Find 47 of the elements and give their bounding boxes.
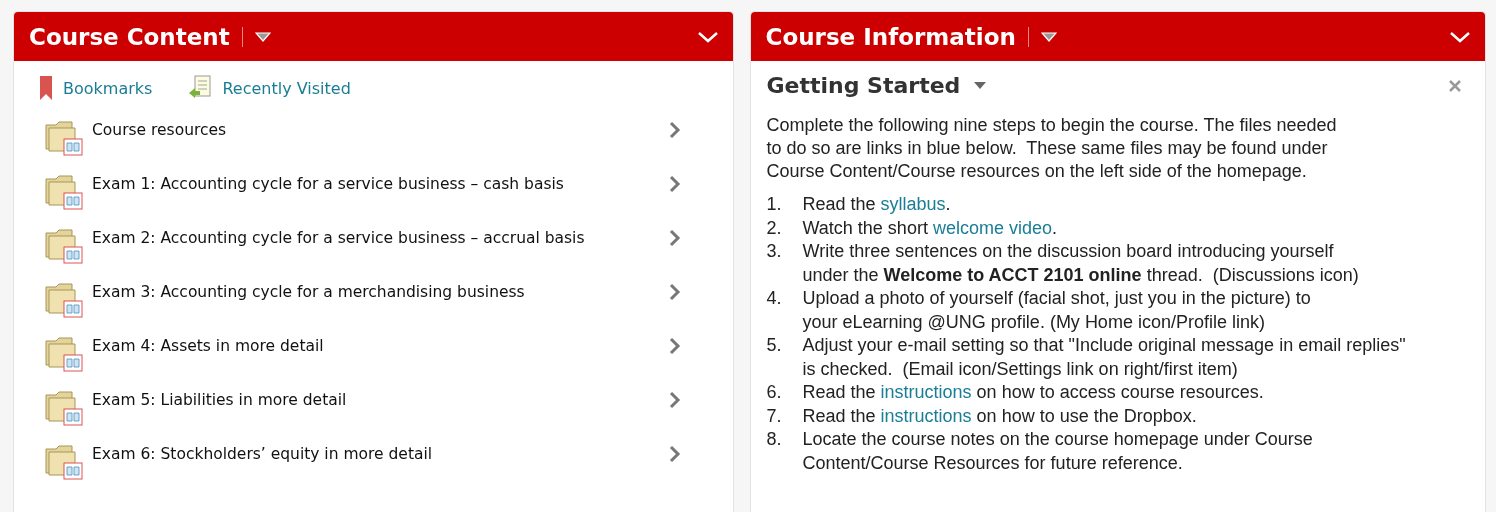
step-text: Locate the course notes on the course homepage under Course Content/Course Resources for future reference. [802, 428, 1313, 475]
chevron-right-icon[interactable] [668, 121, 681, 139]
content-module-link[interactable]: Exam 6: Stockholders’ equity in more detail [92, 445, 433, 463]
dropdown-icon[interactable] [1040, 30, 1057, 43]
content-module-link[interactable]: Exam 2: Accounting cycle for a service business – accrual basis [92, 229, 585, 247]
content-module-link[interactable]: Exam 4: Assets in more detail [92, 337, 324, 355]
step-link[interactable]: welcome video [932, 217, 1052, 238]
step-text: Read the instructions on how to use the Dropbox. [802, 404, 1197, 428]
chevron-right-icon[interactable] [668, 283, 681, 301]
step-number: 5. [766, 334, 783, 357]
content-module-link[interactable]: Course resources [92, 121, 227, 139]
bookmark-icon [39, 75, 53, 101]
step-link[interactable]: syllabus [880, 194, 946, 214]
chevron-right-icon[interactable] [668, 445, 681, 463]
step-number: 8. [766, 428, 783, 451]
content-module-link[interactable]: Exam 1: Accounting cycle for a service business – cash basis [92, 175, 564, 193]
chevron-right-icon[interactable] [668, 391, 681, 409]
news-heading: Getting Started [766, 73, 961, 98]
step-text: Adjust your e-mail setting so that "Include original message in email replies" is checked. (Email icon/Settings link on right/first item) [802, 334, 1406, 381]
close-icon[interactable] [1449, 79, 1461, 92]
step-number: 6. [766, 381, 783, 404]
chevron-right-icon[interactable] [668, 175, 681, 193]
step-number: 4. [766, 287, 783, 310]
content-module-link[interactable]: Exam 3: Accounting cycle for a merchandising business [92, 283, 525, 301]
collapse-icon[interactable] [696, 29, 719, 44]
chevron-right-icon[interactable] [668, 337, 681, 355]
dropdown-icon[interactable] [254, 30, 271, 43]
step-link[interactable]: instructions [880, 405, 972, 426]
collapse-icon[interactable] [1449, 29, 1471, 44]
step-link[interactable]: instructions [880, 382, 972, 402]
content-module-link[interactable]: Exam 5: Liabilities in more detail [92, 391, 347, 409]
quick-link[interactable]: Bookmarks [39, 75, 153, 101]
step-text: Read the syllabus. [802, 193, 951, 216]
step-text: Write three sentences on the discussion board introducing yourself under the Welcome to ACCT 2101 online thread. (Discussions icon) [802, 240, 1359, 287]
step-number: 3. [766, 240, 783, 263]
step-number: 2. [766, 216, 783, 240]
intro-paragraph: Complete the following nine steps to begin the course. The files needed to do so are links in blue below. These same files may be found under Course Content/Course resources on the left side of the homepage. [766, 114, 1338, 183]
chevron-right-icon[interactable] [668, 229, 681, 247]
step-text: Upload a photo of yourself (facial shot, just you in the picture) to your eLearning @UNG profile. (My Home icon/Profile link) [802, 287, 1311, 334]
widget-title: Course Content [29, 23, 230, 50]
widget-title: Course Information [765, 23, 1016, 50]
step-number: 7. [766, 404, 783, 428]
dropdown-icon[interactable] [974, 81, 987, 90]
step-text: Read the instructions on how to access course resources. [802, 381, 1264, 404]
quick-link[interactable]: Recently Visited [186, 75, 351, 101]
step-text: Watch the short welcome video. [802, 216, 1057, 240]
step-number: 1. [766, 193, 783, 216]
